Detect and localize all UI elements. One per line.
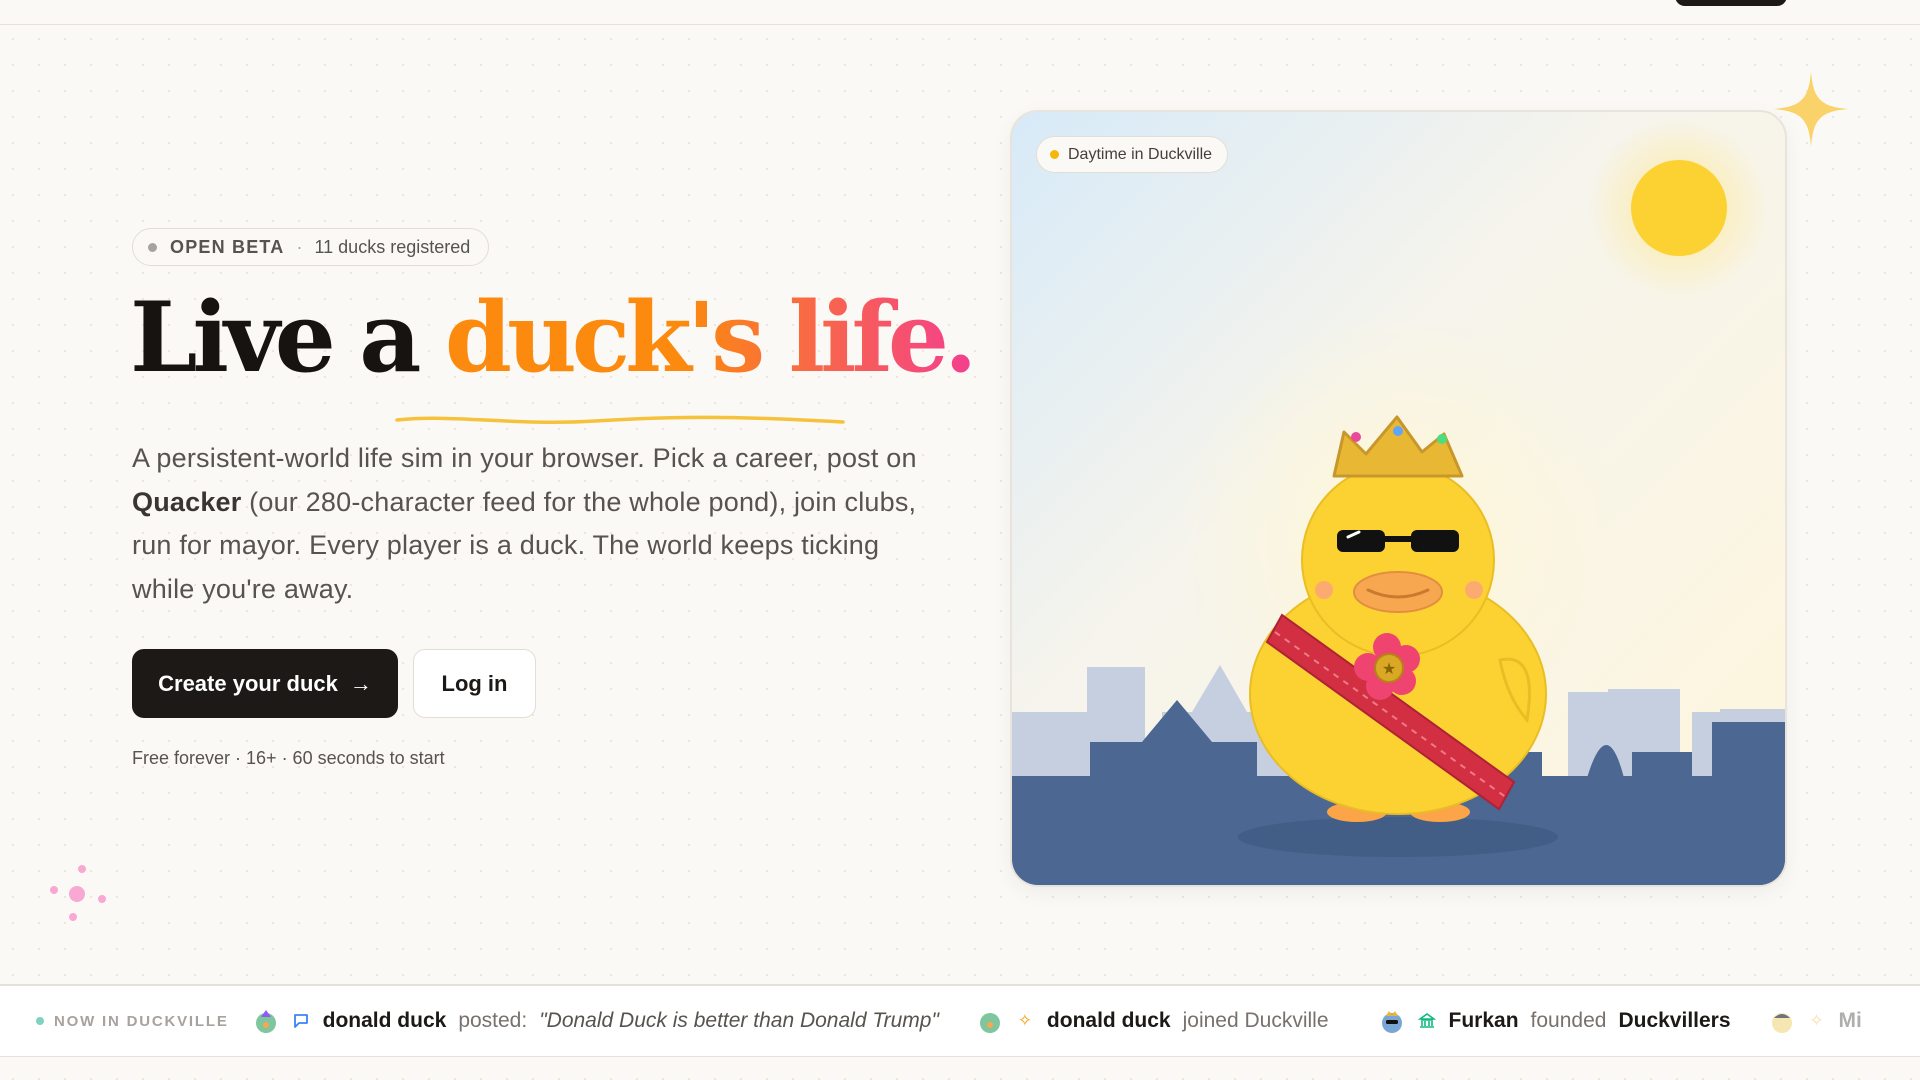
description-text-2: (our 280-character feed for the whole po… (132, 486, 917, 604)
daytime-status-pill: Daytime in Duckville (1036, 136, 1229, 173)
duck-mayor-illustration: ★ (1012, 118, 1785, 885)
ticker-label: NOW IN DUCKVILLE (36, 1013, 229, 1030)
duck-avatar-icon (1771, 1013, 1792, 1033)
headline-part-2: duck's life. (444, 281, 977, 394)
ticker-label-text: NOW IN DUCKVILLE (54, 1012, 229, 1030)
top-nav-button[interactable] (1675, 0, 1787, 6)
ticker-actor[interactable]: Furkan (1449, 1009, 1519, 1033)
ticker-item[interactable]: donald duck posted: "Donald Duck is bett… (253, 1008, 939, 1034)
registered-count: 11 ducks registered (314, 236, 471, 257)
duck-beak (1353, 571, 1443, 613)
ticker-club-name[interactable]: Duckvillers (1618, 1009, 1730, 1033)
ticker-actor[interactable]: Mi (1839, 1009, 1862, 1033)
activity-ticker: NOW IN DUCKVILLE donald duck posted: "Do… (0, 984, 1920, 1057)
badge-separator: · (296, 236, 303, 257)
sun-dot-icon (1050, 150, 1059, 159)
headline-underline (395, 415, 845, 424)
ticker-post-text: "Donald Duck is better than Donald Trump… (539, 1009, 939, 1032)
ticker-item[interactable]: ✧ Mi (1769, 1008, 1874, 1034)
status-dot (148, 242, 157, 252)
log-in-label: Log in (441, 670, 508, 696)
ticker-verb: posted: (458, 1009, 528, 1032)
ticker-item[interactable]: ✧ donald duck joined Duckville (977, 1008, 1341, 1034)
duck-head (1301, 463, 1495, 657)
create-duck-button[interactable]: Create your duck → (132, 649, 398, 718)
fineprint: Free forever · 16+ · 60 seconds to start (132, 748, 445, 768)
ticker-actor[interactable]: donald duck (323, 1009, 447, 1033)
duck-avatar-icon (979, 1013, 1000, 1033)
sparkle-icon: ✧ (1017, 1011, 1033, 1030)
quacker-brand: Quacker (132, 486, 242, 517)
bank-icon (1417, 1011, 1437, 1031)
description-text-1: A persistent-world life sim in your brow… (132, 443, 917, 473)
beta-label: OPEN BETA (170, 236, 285, 257)
chat-bubble-icon (291, 1011, 311, 1031)
daytime-label: Daytime in Duckville (1068, 145, 1213, 163)
beta-badge: OPEN BETA · 11 ducks registered (132, 228, 490, 266)
duckville-scene-card: ★ Daytime in Duckville (1010, 110, 1787, 887)
svg-text:★: ★ (1382, 659, 1396, 678)
arrow-right-icon: → (349, 670, 372, 696)
create-duck-label: Create your duck (158, 670, 338, 696)
top-nav-bar (0, 0, 1920, 25)
hero-description: A persistent-world life sim in your brow… (132, 437, 932, 611)
duck-avatar-icon (255, 1010, 276, 1033)
ticker-actor[interactable]: donald duck (1047, 1009, 1171, 1033)
sparkle-icon: ✧ (1809, 1011, 1824, 1030)
ticker-verb: joined Duckville (1182, 1009, 1329, 1032)
hero-headline: Live a duck's life. (130, 285, 977, 391)
log-in-button[interactable]: Log in (413, 649, 536, 718)
ticker-item[interactable]: Furkan founded Duckvillers (1379, 1008, 1731, 1034)
live-dot-icon (36, 1017, 44, 1025)
confetti-icon (50, 865, 106, 921)
sun-icon (1631, 160, 1727, 256)
duck-avatar-icon (1381, 1011, 1402, 1033)
headline-part-1: Live a (130, 281, 445, 394)
ticker-verb: founded (1530, 1009, 1607, 1032)
